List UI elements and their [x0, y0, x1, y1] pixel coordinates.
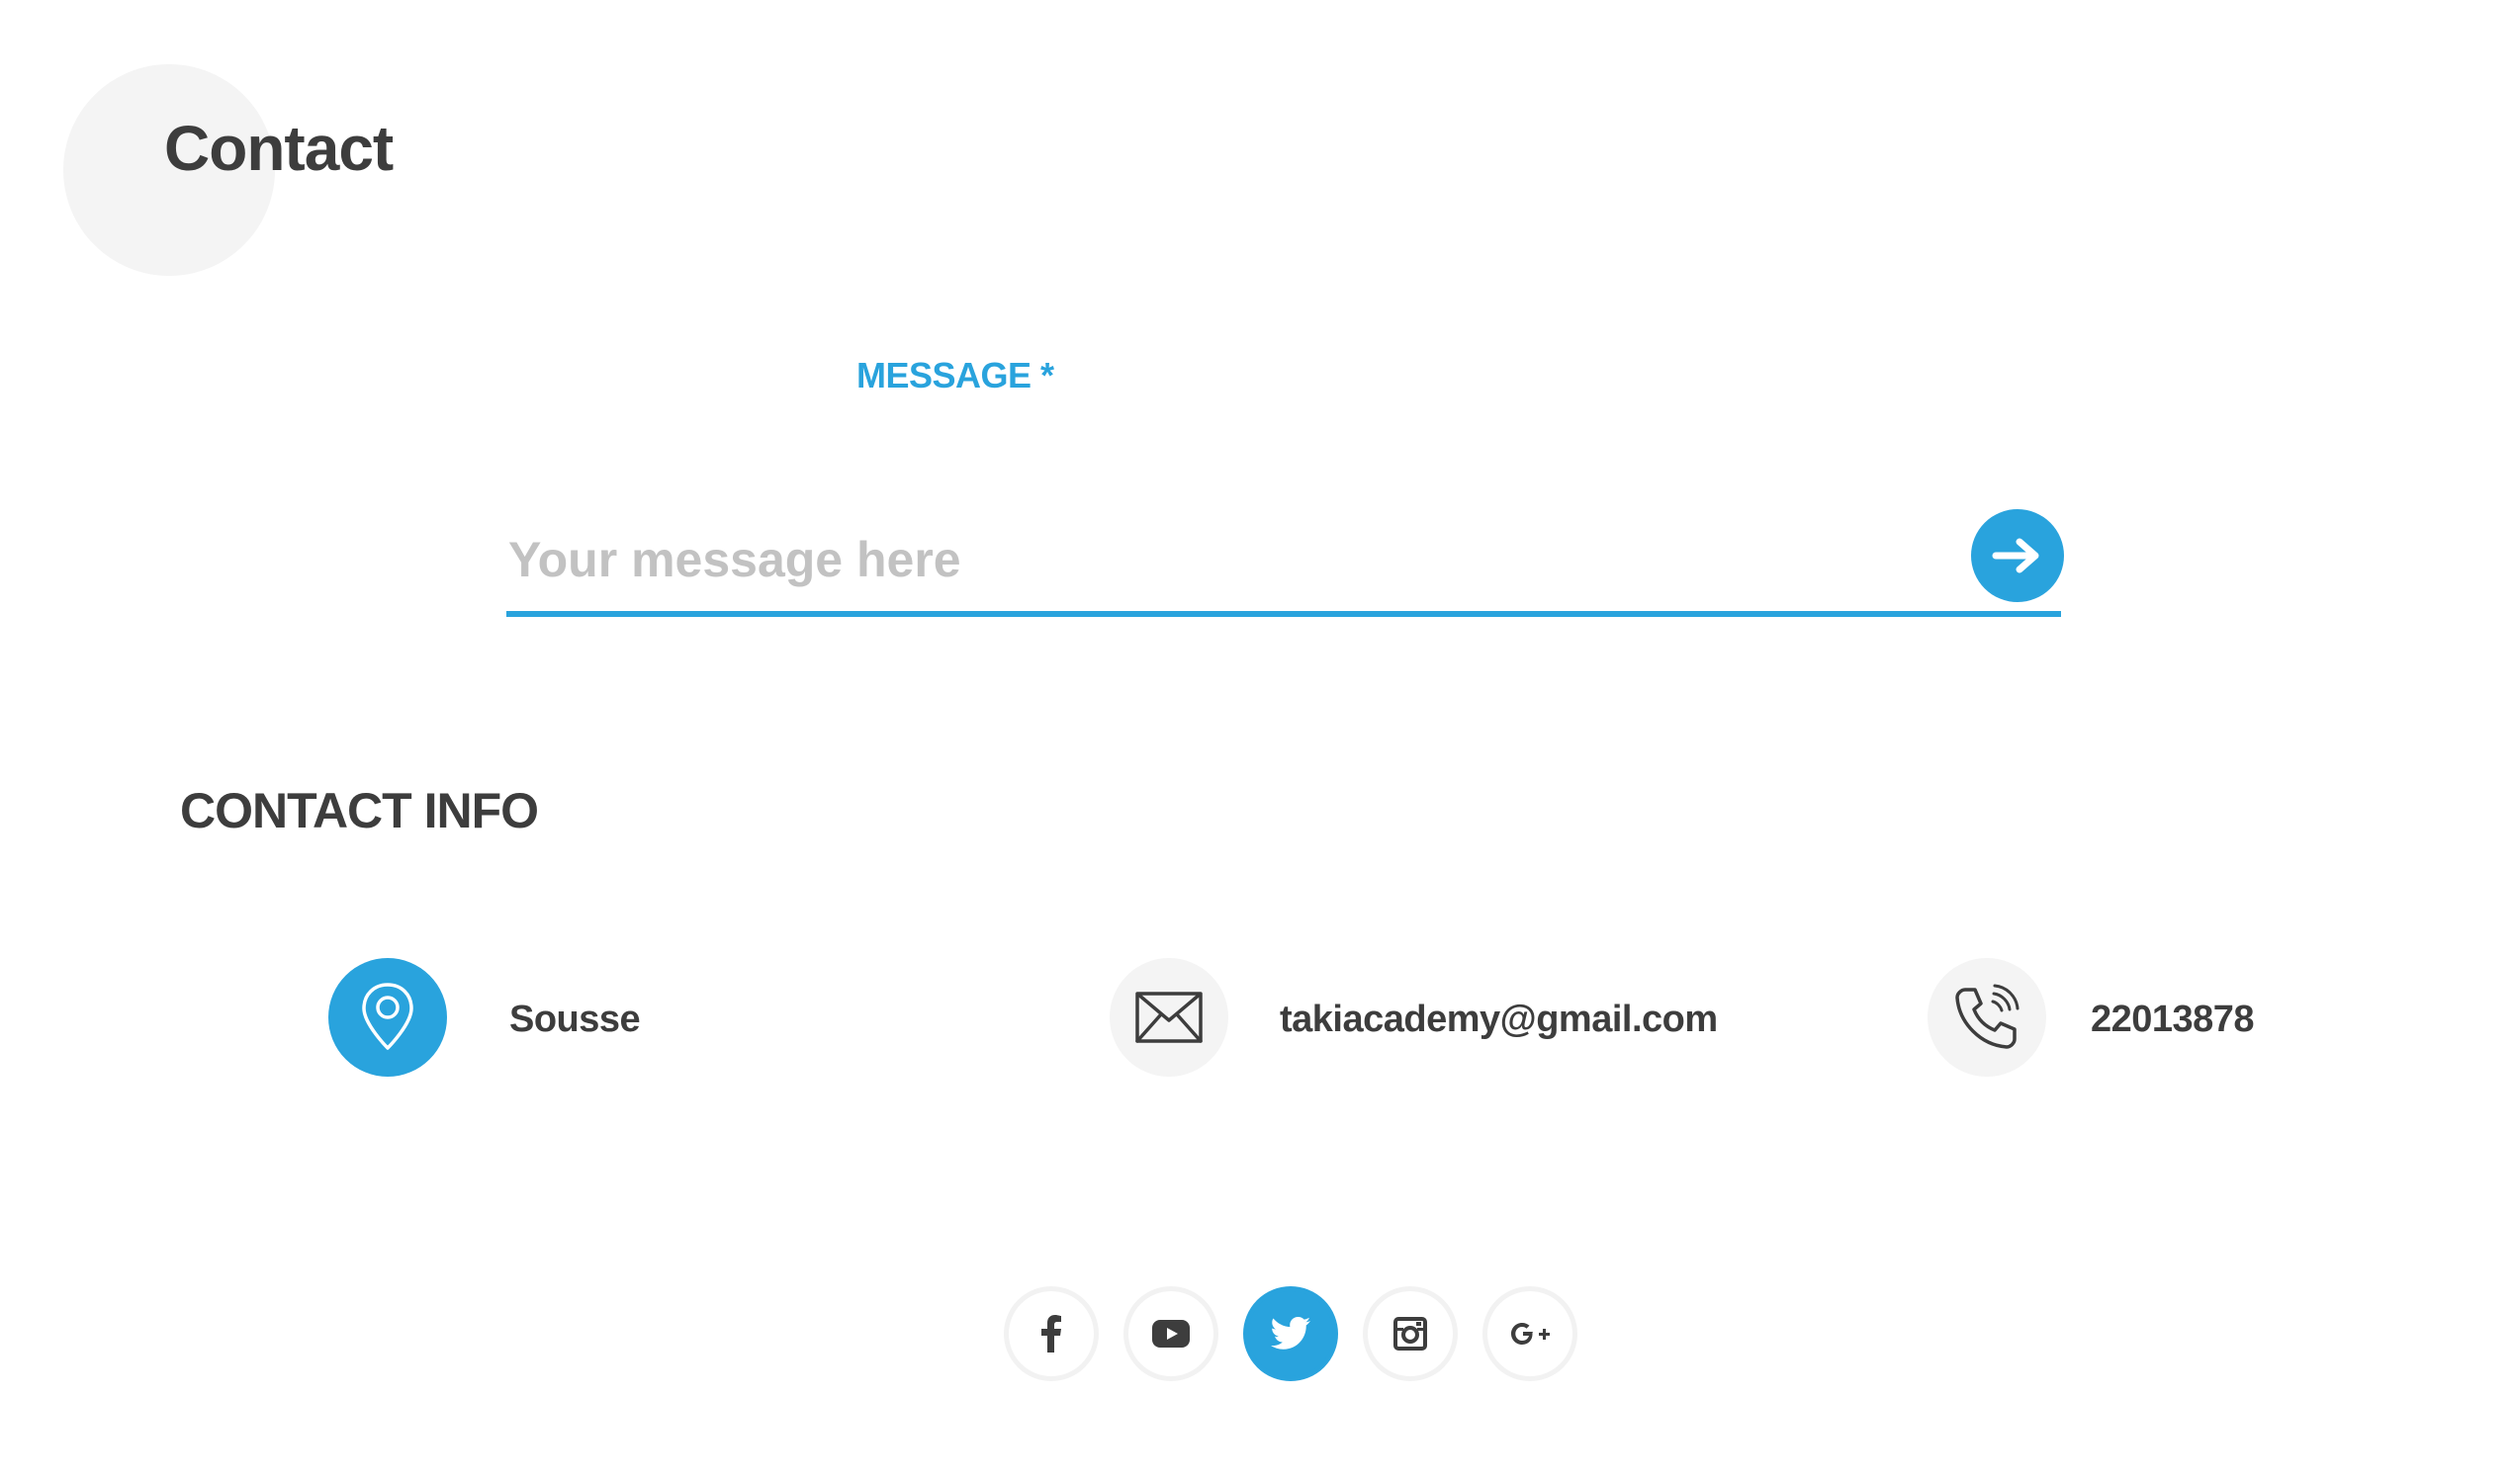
- page-title: Contact: [164, 113, 394, 184]
- location-pin-icon: [328, 958, 447, 1077]
- instagram-icon: [1393, 1317, 1427, 1351]
- twitter-button[interactable]: [1243, 1286, 1338, 1381]
- message-field: [506, 502, 2061, 617]
- facebook-icon: [1041, 1315, 1061, 1353]
- phone-icon: [1928, 958, 2046, 1077]
- instagram-button[interactable]: [1363, 1286, 1458, 1381]
- google-plus-icon: [1511, 1323, 1550, 1345]
- contact-phone-text[interactable]: 22013878: [2091, 1001, 2255, 1038]
- contact-info-heading: CONTACT INFO: [180, 783, 539, 838]
- google-plus-button[interactable]: [1482, 1286, 1577, 1381]
- send-button[interactable]: [1971, 509, 2064, 602]
- youtube-icon: [1152, 1320, 1190, 1348]
- contact-location-text: Sousse: [509, 999, 641, 1040]
- facebook-button[interactable]: [1004, 1286, 1099, 1381]
- twitter-icon: [1271, 1317, 1310, 1350]
- youtube-button[interactable]: [1123, 1286, 1218, 1381]
- arrow-right-icon: [1992, 538, 2039, 573]
- envelope-icon: [1110, 958, 1228, 1077]
- contact-email-text[interactable]: takiacademy@gmail.com: [1280, 1001, 1718, 1038]
- message-input[interactable]: [508, 522, 1952, 597]
- message-label: MESSAGE *: [856, 355, 1054, 395]
